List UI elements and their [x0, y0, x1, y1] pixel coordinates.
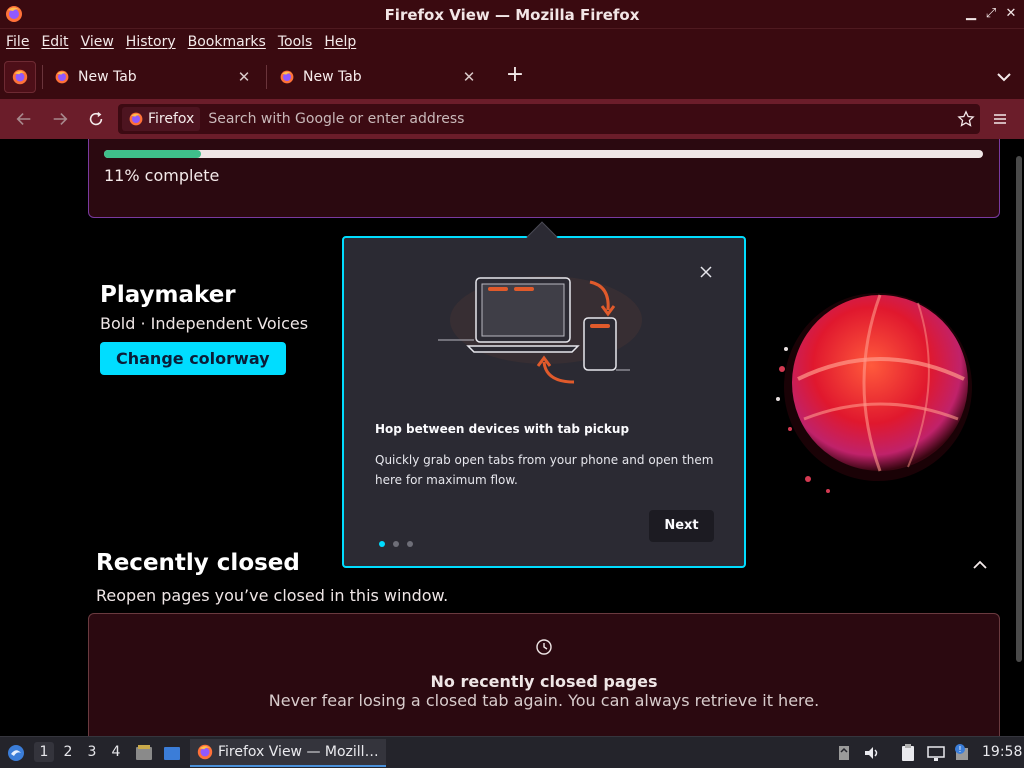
- recently-closed-subtitle: Reopen pages you’ve closed in this windo…: [96, 586, 449, 605]
- hamburger-menu-icon[interactable]: [988, 107, 1012, 131]
- close-tab-icon[interactable]: ✕: [459, 68, 479, 86]
- step-dot: [393, 541, 399, 547]
- empty-state-title: No recently closed pages: [430, 672, 658, 691]
- tab-separator: [266, 65, 267, 89]
- firefox-favicon-icon: [55, 70, 69, 84]
- workspace-3[interactable]: 3: [82, 744, 102, 760]
- clipboard-icon[interactable]: [898, 743, 918, 763]
- maximize-icon[interactable]: ⤢: [982, 5, 1000, 23]
- tab-separator: [42, 65, 43, 89]
- empty-state-subtitle: Never fear losing a closed tab again. Yo…: [268, 691, 820, 710]
- menu-view[interactable]: View: [81, 34, 114, 50]
- back-arrow-icon: [16, 113, 31, 125]
- close-window-icon[interactable]: ✕: [1002, 5, 1020, 23]
- recently-closed-card: No recently closed pages Never fear losi…: [88, 613, 1000, 736]
- setup-progress-card: 11% complete: [88, 139, 1000, 218]
- window-title: Firefox View — Mozilla Firefox: [384, 6, 640, 24]
- forward-button[interactable]: [48, 107, 72, 131]
- tab-label: New Tab: [78, 69, 137, 85]
- workspace-2[interactable]: 2: [58, 744, 78, 760]
- svg-text:!: !: [958, 745, 961, 754]
- close-callout-icon[interactable]: [698, 264, 714, 280]
- content-scrollbar[interactable]: [1016, 156, 1022, 662]
- system-taskbar: 1 2 3 4 Firefox View — Mozill… ! 19:58: [0, 736, 1024, 768]
- identity-label: Firefox: [148, 111, 195, 127]
- colorway-orb-illustration: [776, 293, 972, 493]
- volume-icon[interactable]: [862, 743, 882, 763]
- next-button[interactable]: Next: [649, 510, 714, 542]
- recently-closed-heading: Recently closed: [96, 550, 300, 576]
- reload-button[interactable]: [84, 107, 108, 131]
- notification-icon[interactable]: !: [952, 743, 972, 763]
- window-titlebar: Firefox View — Mozilla Firefox ▁ ⤢ ✕: [0, 0, 1024, 29]
- menu-bookmarks[interactable]: Bookmarks: [188, 34, 266, 50]
- taskbar-clock: 19:58: [982, 744, 1023, 760]
- menu-file[interactable]: File: [6, 34, 29, 50]
- tab-pickup-callout: Hop between devices with tab pickup Quic…: [342, 221, 746, 568]
- colorway-name: Playmaker: [100, 282, 236, 308]
- tab-label: New Tab: [303, 69, 362, 85]
- bookmark-star-icon[interactable]: [952, 110, 980, 128]
- clock-icon: [536, 639, 552, 655]
- show-desktop-icon[interactable]: [162, 743, 182, 763]
- tab-new-tab-1[interactable]: New Tab ✕: [44, 61, 262, 93]
- start-menu-icon[interactable]: [6, 743, 26, 763]
- tab-new-tab-2[interactable]: New Tab ✕: [269, 61, 487, 93]
- taskbar-task-label: Firefox View — Mozill…: [218, 744, 379, 760]
- back-button[interactable]: [12, 107, 36, 131]
- taskbar-firefox-window[interactable]: Firefox View — Mozill…: [190, 739, 386, 767]
- forward-arrow-icon: [53, 113, 68, 125]
- menu-history[interactable]: History: [126, 34, 176, 50]
- step-dot: [407, 541, 413, 547]
- minimize-icon[interactable]: ▁: [962, 5, 980, 23]
- step-dot: [379, 541, 385, 547]
- progress-bar-fill: [104, 150, 201, 158]
- firefox-view-icon: [12, 69, 28, 85]
- file-manager-icon[interactable]: [134, 743, 154, 763]
- callout-heading: Hop between devices with tab pickup: [375, 422, 630, 436]
- firefox-view-button[interactable]: [4, 61, 36, 93]
- firefox-identity-icon: [129, 112, 143, 126]
- identity-box[interactable]: Firefox: [122, 107, 201, 131]
- network-icon[interactable]: [926, 743, 946, 763]
- change-colorway-button[interactable]: Change colorway: [100, 342, 286, 375]
- firefox-task-icon: [197, 744, 213, 760]
- menu-edit[interactable]: Edit: [41, 34, 68, 50]
- tray-storage-icon[interactable]: [834, 743, 854, 763]
- close-tab-icon[interactable]: ✕: [234, 68, 254, 86]
- list-all-tabs-chevron-icon[interactable]: [992, 65, 1016, 89]
- menubar: File Edit View History Bookmarks Tools H…: [0, 29, 1024, 55]
- colorway-subtitle: Bold · Independent Voices: [100, 314, 309, 333]
- progress-label: 11% complete: [104, 166, 220, 185]
- colorway-section: Playmaker Bold · Independent Voices Chan…: [100, 282, 308, 375]
- menu-tools[interactable]: Tools: [278, 34, 313, 50]
- menu-help[interactable]: Help: [324, 34, 356, 50]
- workspace-1[interactable]: 1: [34, 742, 54, 762]
- reload-icon: [89, 111, 103, 126]
- firefox-favicon-icon: [280, 70, 294, 84]
- address-bar[interactable]: Firefox: [118, 104, 980, 134]
- url-input[interactable]: [208, 111, 952, 127]
- progress-bar: [104, 150, 983, 158]
- workspace-4[interactable]: 4: [106, 744, 126, 760]
- callout-body: Quickly grab open tabs from your phone a…: [375, 453, 714, 487]
- new-tab-plus-icon[interactable]: +: [503, 64, 527, 88]
- devices-sync-illustration: [438, 276, 642, 384]
- collapse-chevron-up-icon[interactable]: [970, 555, 990, 575]
